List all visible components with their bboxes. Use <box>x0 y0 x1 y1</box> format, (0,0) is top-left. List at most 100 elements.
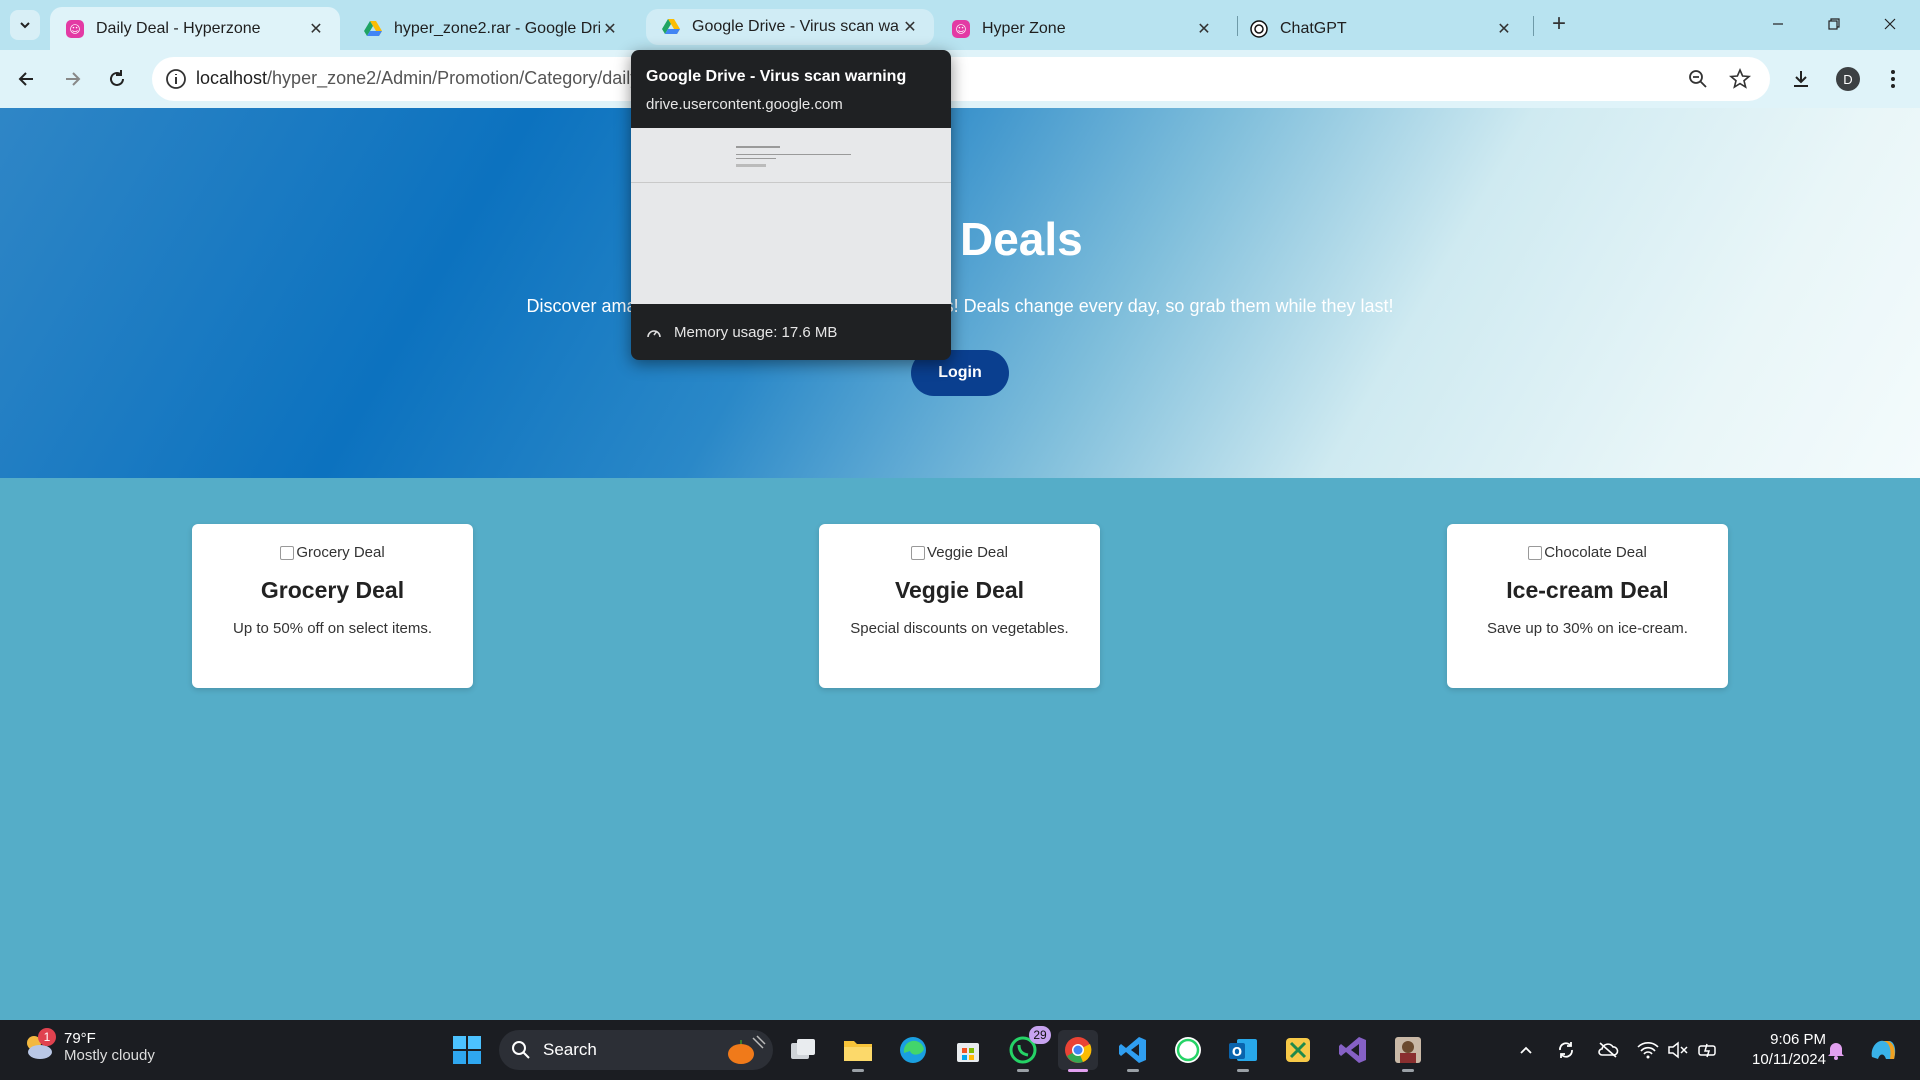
show-hidden-icons[interactable] <box>1512 1036 1540 1064</box>
vscode-icon <box>1119 1037 1146 1063</box>
hero-description: Discover amazing discounts on your favor… <box>526 296 1394 316</box>
deal-description: Save up to 30% on ice-cream. <box>1487 620 1688 637</box>
tab-hyper-zone[interactable]: ☺ Hyper Zone ✕ <box>936 7 1228 50</box>
taskbar-task-view[interactable] <box>783 1030 823 1070</box>
site-info-icon[interactable] <box>164 67 188 91</box>
weather-description: Mostly cloudy <box>64 1047 155 1064</box>
taskbar-snipping-tool[interactable] <box>1278 1030 1318 1070</box>
taskbar-search[interactable]: Search <box>499 1030 773 1070</box>
taskbar-whatsapp-web[interactable] <box>1168 1030 1208 1070</box>
wifi-icon <box>1637 1042 1659 1059</box>
hover-card-memory: Memory usage: 17.6 MB <box>646 324 837 341</box>
tray-sync[interactable] <box>1552 1036 1580 1064</box>
task-view-icon <box>791 1039 815 1059</box>
close-window-button[interactable] <box>1862 0 1918 48</box>
tab-separator <box>1533 16 1534 36</box>
broken-image-icon <box>1528 545 1543 560</box>
svg-text:O: O <box>1232 1045 1242 1059</box>
notification-badge: 29 <box>1029 1026 1051 1044</box>
hyperzone-icon: ☺ <box>66 19 84 38</box>
forward-button[interactable] <box>55 62 89 96</box>
taskbar-whatsapp[interactable]: 29 <box>1003 1026 1051 1072</box>
minimize-button[interactable] <box>1750 0 1806 48</box>
download-icon <box>1794 71 1808 87</box>
deal-card-grocery[interactable]: Grocery Deal Grocery Deal Up to 50% off … <box>192 524 473 688</box>
tab-search-button[interactable] <box>10 10 40 40</box>
tray-onedrive[interactable] <box>1594 1036 1622 1064</box>
tab-daily-deal[interactable]: ☺ Daily Deal - Hyperzone ✕ <box>50 7 340 50</box>
tab-google-drive-virus-scan[interactable]: Google Drive - Virus scan warni ✕ <box>646 9 934 45</box>
address-bar[interactable]: localhost/hyper_zone2/Admin/Promotion/Ca… <box>152 57 1770 101</box>
back-button[interactable] <box>10 62 44 96</box>
close-icon[interactable]: ✕ <box>600 19 620 39</box>
close-icon[interactable]: ✕ <box>1194 19 1214 39</box>
hover-card-domain: drive.usercontent.google.com <box>646 96 843 113</box>
deal-title: Grocery Deal <box>260 577 405 603</box>
address-url[interactable]: localhost/hyper_zone2/Admin/Promotion/Ca… <box>196 68 636 89</box>
new-tab-button[interactable]: + <box>1544 10 1574 40</box>
clock-date: 10/11/2024 <box>1752 1051 1826 1068</box>
taskbar-store[interactable] <box>948 1030 988 1070</box>
start-button[interactable] <box>447 1030 487 1070</box>
profile-button[interactable]: D <box>1831 62 1865 96</box>
taskbar-clock[interactable]: 9:06 PM 10/11/2024 <box>1734 1030 1826 1070</box>
gauge-icon <box>647 329 661 337</box>
edge-icon <box>900 1037 926 1063</box>
taskbar-edge[interactable] <box>893 1030 933 1070</box>
bookmark-star-icon[interactable] <box>1728 67 1752 91</box>
tab-google-drive-rar[interactable]: hyper_zone2.rar - Google Drive ✕ <box>348 7 634 50</box>
address-host: localhost <box>196 68 268 88</box>
taskbar-outlook[interactable]: O <box>1223 1030 1263 1072</box>
close-icon[interactable]: ✕ <box>900 17 920 37</box>
app-icon <box>1395 1037 1421 1063</box>
tab-hover-card: Google Drive - Virus scan warning drive.… <box>631 50 951 360</box>
taskbar-app[interactable] <box>1388 1030 1428 1072</box>
tab-label: ChatGPT <box>1280 19 1347 37</box>
broken-image-icon <box>280 545 295 560</box>
more-vertical-icon <box>1891 70 1895 88</box>
arrow-right-icon <box>66 72 81 86</box>
deal-description: Up to 50% off on select items. <box>233 620 432 637</box>
copilot-button[interactable] <box>1866 1036 1900 1064</box>
store-icon <box>957 1043 979 1062</box>
deal-card-icecream[interactable]: Chocolate Deal Ice-cream Deal Save up to… <box>1447 524 1728 688</box>
deal-image: Grocery Deal <box>192 544 473 561</box>
menu-button[interactable] <box>1876 62 1910 96</box>
deal-card-veggie[interactable]: Veggie Deal Veggie Deal Special discount… <box>819 524 1100 688</box>
arrow-left-icon <box>18 72 33 86</box>
visual-studio-icon <box>1339 1037 1366 1063</box>
close-icon <box>1884 18 1896 30</box>
close-icon[interactable]: ✕ <box>306 19 326 39</box>
taskbar-file-explorer[interactable] <box>838 1030 878 1072</box>
close-icon[interactable]: ✕ <box>1494 19 1514 39</box>
broken-image-icon <box>911 545 926 560</box>
notifications-button[interactable] <box>1822 1036 1850 1064</box>
tab-label: hyper_zone2.rar - Google Drive <box>394 19 600 37</box>
google-drive-icon <box>662 19 680 34</box>
page-title: Daily Deals <box>837 213 1083 265</box>
downloads-button[interactable] <box>1784 62 1818 96</box>
tray-volume[interactable] <box>1664 1036 1692 1064</box>
tray-wifi[interactable] <box>1634 1036 1662 1064</box>
windows-taskbar: 1 79°F Mostly cloudy Search 29 O 9:06 PM… <box>0 1020 1920 1080</box>
taskbar-visual-studio[interactable] <box>1333 1030 1373 1070</box>
weather-widget[interactable]: 1 79°F Mostly cloudy <box>20 1028 155 1064</box>
weather-badge: 1 <box>38 1028 56 1046</box>
hover-card-title: Google Drive - Virus scan warning <box>646 68 907 85</box>
tab-label: Hyper Zone <box>982 19 1066 37</box>
taskbar-chrome[interactable] <box>1058 1030 1098 1072</box>
tab-chatgpt[interactable]: ChatGPT ✕ <box>1234 7 1528 50</box>
taskbar-vscode[interactable] <box>1113 1030 1153 1072</box>
reload-button[interactable] <box>100 62 134 96</box>
outlook-icon: O <box>1229 1039 1257 1061</box>
bell-icon <box>1828 1043 1844 1060</box>
clock-time: 9:06 PM <box>1770 1031 1826 1048</box>
zoom-icon[interactable] <box>1686 67 1710 91</box>
restore-icon <box>1828 18 1840 30</box>
svg-text:☺: ☺ <box>955 23 966 36</box>
browser-toolbar: localhost/hyper_zone2/Admin/Promotion/Ca… <box>0 50 1920 108</box>
deal-image-alt: Chocolate Deal <box>1544 544 1647 561</box>
tray-battery[interactable] <box>1694 1036 1722 1064</box>
restore-button[interactable] <box>1806 0 1862 48</box>
taskbar-search-label: Search <box>543 1040 597 1059</box>
